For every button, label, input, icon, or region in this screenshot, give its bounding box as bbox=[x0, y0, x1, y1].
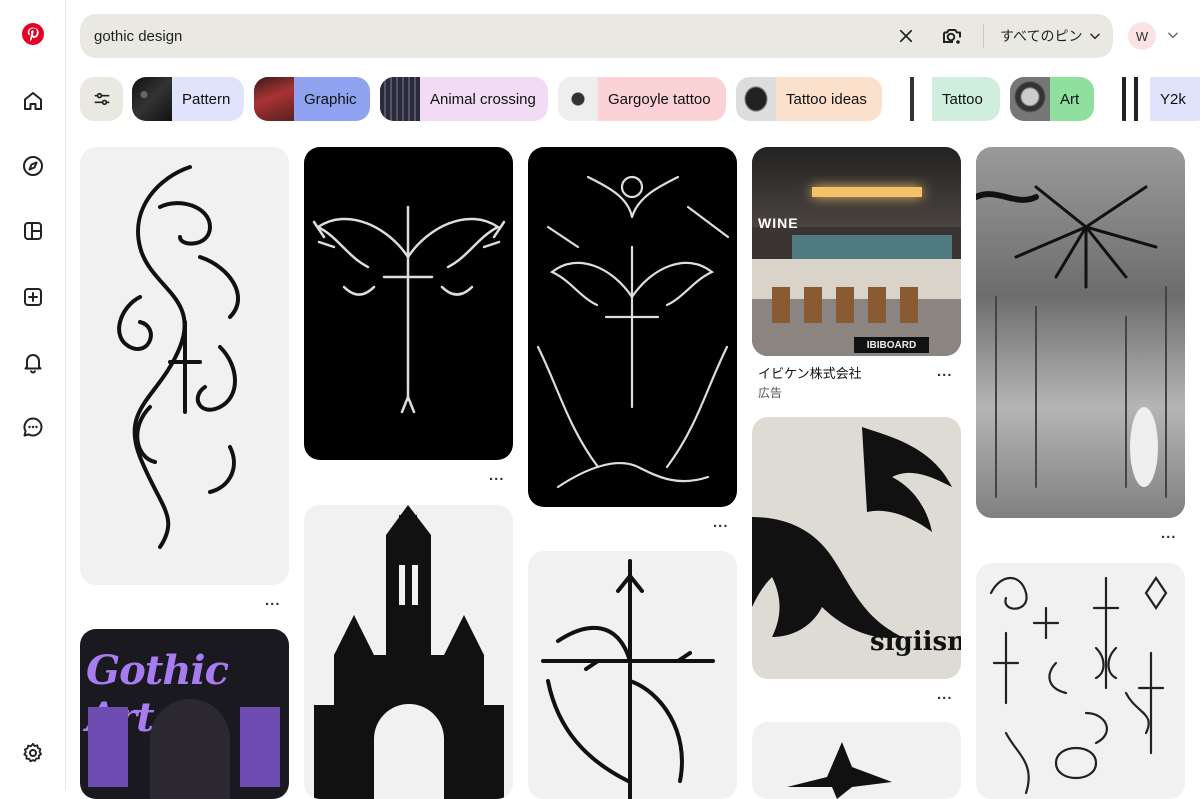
boards-icon bbox=[24, 222, 42, 240]
pin-image bbox=[536, 175, 730, 489]
pin-gothic-cathedral[interactable] bbox=[304, 505, 513, 799]
sliders-icon bbox=[94, 92, 109, 106]
ad-bar-tiles bbox=[792, 235, 952, 259]
gear-icon bbox=[23, 742, 42, 763]
pin-image bbox=[787, 742, 892, 799]
chip-label: Art bbox=[1060, 90, 1080, 108]
chip-label: Pattern bbox=[182, 90, 231, 108]
chevron-down-icon bbox=[1090, 33, 1101, 40]
ad-promoted-label: 広告 bbox=[758, 386, 783, 400]
ad-bar-light bbox=[812, 187, 922, 197]
chip-thumbnail bbox=[1010, 77, 1050, 121]
bell-icon bbox=[24, 354, 42, 374]
filter-button[interactable] bbox=[80, 77, 123, 121]
pin-image bbox=[312, 205, 506, 414]
chip-art[interactable]: Art bbox=[1010, 77, 1094, 121]
pin-image bbox=[976, 185, 1167, 498]
pin-ad-wine-bar[interactable]: WINE IBIBOARD bbox=[752, 147, 961, 356]
pin-image bbox=[314, 505, 504, 799]
camera-search-icon bbox=[943, 29, 961, 44]
pin-more-button[interactable]: ... bbox=[1161, 525, 1177, 542]
chip-label: Gargoyle tattoo bbox=[608, 90, 711, 108]
pin-gothic-swirl-tattoo[interactable] bbox=[80, 147, 289, 585]
poster-panel bbox=[240, 707, 280, 787]
search-divider bbox=[983, 24, 984, 48]
chip-thumbnail bbox=[254, 77, 294, 121]
plus-square-icon bbox=[24, 288, 42, 306]
pin-more-button[interactable]: ... bbox=[713, 514, 729, 531]
chip-thumbnail bbox=[132, 77, 172, 121]
chip-gargoyle-tattoo[interactable]: Gargoyle tattoo bbox=[558, 77, 726, 121]
notifications-button[interactable] bbox=[13, 342, 53, 382]
sigiism-logo-text: sigiism bbox=[870, 627, 961, 657]
chip-thumbnail bbox=[736, 77, 776, 121]
chip-label: Tattoo ideas bbox=[786, 90, 867, 108]
pinterest-logo[interactable] bbox=[13, 14, 53, 54]
chip-tattoo[interactable]: Tattoo bbox=[892, 77, 1000, 121]
pin-image bbox=[989, 576, 1168, 795]
pin-gothic-cross-wings[interactable] bbox=[304, 147, 513, 460]
chip-tattoo-ideas[interactable]: Tattoo ideas bbox=[736, 77, 882, 121]
chip-label: Y2k bbox=[1160, 90, 1186, 108]
chip-thumbnail bbox=[1110, 77, 1150, 121]
pin-ink-splatter[interactable] bbox=[752, 722, 961, 799]
ad-bar-board: IBIBOARD bbox=[854, 337, 929, 353]
home-icon bbox=[24, 92, 42, 110]
chip-thumbnail bbox=[380, 77, 420, 121]
search-scope-dropdown[interactable]: すべてのピン bbox=[1000, 14, 1102, 58]
chip-label: Animal crossing bbox=[430, 90, 536, 108]
pin-gothic-art-poster[interactable]: Gothic Art bbox=[80, 629, 289, 799]
pinterest-logo-icon bbox=[22, 23, 44, 45]
messages-button[interactable] bbox=[13, 407, 53, 447]
search-bar: すべてのピン bbox=[80, 14, 1113, 58]
pin-more-button[interactable]: ... bbox=[937, 686, 953, 703]
account-chevron-down-icon[interactable] bbox=[1166, 28, 1180, 42]
avatar-initial: W bbox=[1135, 28, 1149, 44]
search-input[interactable] bbox=[94, 14, 874, 58]
pin-image bbox=[541, 559, 715, 799]
chip-animal-crossing[interactable]: Animal crossing bbox=[380, 77, 548, 121]
pin-more-button[interactable]: ... bbox=[937, 363, 953, 380]
chip-pattern[interactable]: Pattern bbox=[132, 77, 244, 121]
poster-figure bbox=[150, 699, 230, 799]
clear-search-button[interactable] bbox=[894, 24, 918, 48]
chip-label: Graphic bbox=[304, 90, 357, 108]
message-bubble-icon bbox=[23, 417, 43, 437]
pin-more-button[interactable]: ... bbox=[489, 467, 505, 484]
compass-icon bbox=[23, 156, 43, 176]
chip-graphic[interactable]: Graphic bbox=[254, 77, 370, 121]
chip-thumbnail bbox=[558, 77, 598, 121]
close-icon bbox=[899, 29, 913, 43]
ad-advertiser-name[interactable]: イビケン株式会社 bbox=[758, 363, 862, 382]
chip-thumbnail bbox=[892, 77, 932, 121]
pin-image bbox=[117, 165, 241, 549]
poster-panel bbox=[88, 707, 128, 787]
ad-bar-sign: WINE bbox=[758, 215, 799, 231]
chip-label: Tattoo bbox=[942, 90, 983, 108]
pin-gothic-ornament-stickers[interactable] bbox=[976, 563, 1185, 799]
pin-thorn-cross-tattoo[interactable] bbox=[528, 551, 737, 799]
home-button[interactable] bbox=[13, 81, 53, 121]
search-scope-label: すべてのピン bbox=[1000, 28, 1083, 44]
ad-bar-stools bbox=[772, 287, 922, 323]
boards-button[interactable] bbox=[13, 211, 53, 251]
pin-sigiism-studio-claws[interactable]: sigiism bbox=[752, 417, 961, 679]
pin-gothic-collage[interactable] bbox=[976, 147, 1185, 518]
pin-more-button[interactable]: ... bbox=[265, 592, 281, 609]
chip-y2k[interactable]: Y2k bbox=[1110, 77, 1200, 121]
avatar[interactable]: W bbox=[1128, 22, 1156, 50]
create-button[interactable] bbox=[13, 277, 53, 317]
sidebar bbox=[0, 0, 66, 790]
explore-button[interactable] bbox=[13, 146, 53, 186]
pin-gothic-cross-ornament[interactable] bbox=[528, 147, 737, 507]
visual-search-button[interactable] bbox=[938, 22, 966, 50]
related-search-chips: Pattern Graphic Animal crossing Gargoyle… bbox=[80, 77, 1200, 121]
settings-button[interactable] bbox=[13, 733, 53, 773]
